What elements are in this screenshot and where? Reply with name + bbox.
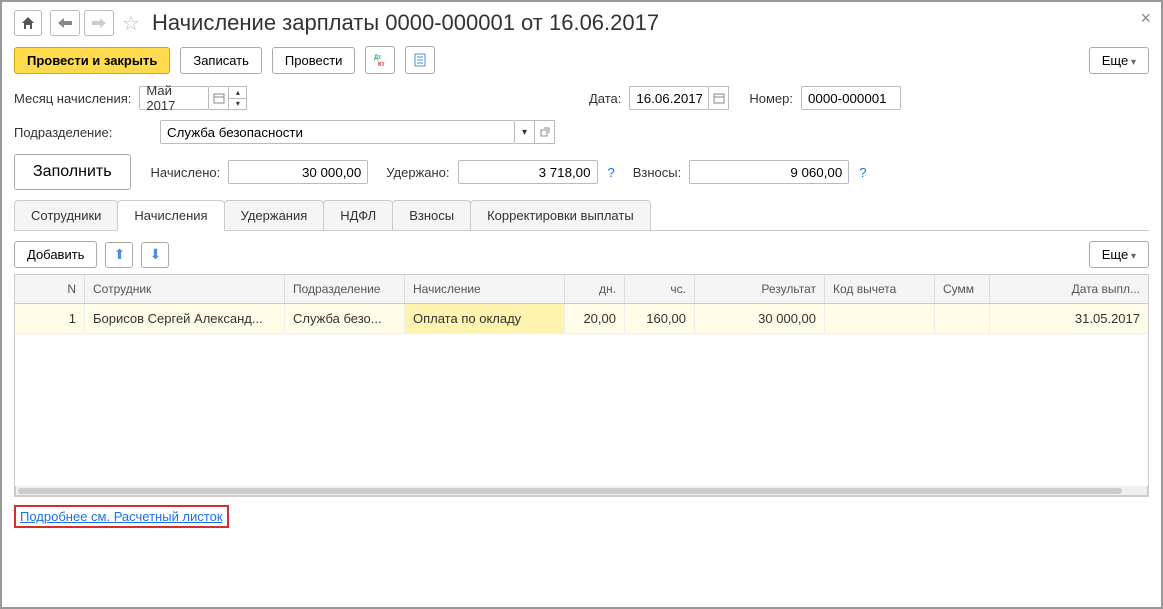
- withheld-help-icon[interactable]: ?: [608, 165, 615, 180]
- move-up-button[interactable]: ⬆: [105, 242, 133, 268]
- more-button[interactable]: Еще: [1089, 47, 1149, 74]
- back-button[interactable]: [50, 10, 80, 36]
- dept-open-button[interactable]: [535, 120, 555, 144]
- dept-input[interactable]: [160, 120, 515, 144]
- col-code[interactable]: Код вычета: [825, 275, 935, 303]
- withheld-label: Удержано:: [386, 165, 449, 180]
- tab-accruals[interactable]: Начисления: [117, 200, 224, 231]
- payslip-link[interactable]: Подробнее см. Расчетный листок: [20, 509, 223, 524]
- col-sum[interactable]: Сумм: [935, 275, 990, 303]
- col-paydate[interactable]: Дата выпл...: [990, 275, 1148, 303]
- footer-link-highlight: Подробнее см. Расчетный листок: [14, 505, 229, 528]
- add-row-button[interactable]: Добавить: [14, 241, 97, 268]
- month-down-button[interactable]: ▾: [229, 99, 246, 110]
- table-more-button[interactable]: Еще: [1089, 241, 1149, 268]
- col-employee[interactable]: Сотрудник: [85, 275, 285, 303]
- horizontal-scrollbar[interactable]: [15, 486, 1148, 496]
- date-label: Дата:: [589, 91, 621, 106]
- dept-dropdown-button[interactable]: ▾: [515, 120, 535, 144]
- col-n[interactable]: N: [15, 275, 85, 303]
- date-input[interactable]: [629, 86, 709, 110]
- post-button[interactable]: Провести: [272, 47, 356, 74]
- tab-corrections[interactable]: Корректировки выплаты: [470, 200, 651, 230]
- col-accrual[interactable]: Начисление: [405, 275, 565, 303]
- debit-credit-icon-button[interactable]: ДтКт: [365, 46, 395, 74]
- col-days[interactable]: дн.: [565, 275, 625, 303]
- contrib-help-icon[interactable]: ?: [859, 165, 866, 180]
- post-and-close-button[interactable]: Провести и закрыть: [14, 47, 170, 74]
- page-title: Начисление зарплаты 0000-000001 от 16.06…: [152, 10, 659, 36]
- tab-employees[interactable]: Сотрудники: [14, 200, 118, 230]
- close-button[interactable]: ×: [1140, 8, 1151, 29]
- date-calendar-button[interactable]: [709, 86, 729, 110]
- document-icon-button[interactable]: [405, 46, 435, 74]
- tabs-bar: Сотрудники Начисления Удержания НДФЛ Взн…: [14, 200, 1149, 231]
- tab-withholdings[interactable]: Удержания: [224, 200, 325, 230]
- withheld-input[interactable]: [458, 160, 598, 184]
- contrib-input[interactable]: [689, 160, 849, 184]
- month-picker-button[interactable]: [209, 86, 229, 110]
- forward-button[interactable]: [84, 10, 114, 36]
- accrued-label: Начислено:: [151, 165, 221, 180]
- accruals-grid: N Сотрудник Подразделение Начисление дн.…: [14, 274, 1149, 497]
- home-button[interactable]: [14, 10, 42, 36]
- svg-text:Кт: Кт: [378, 62, 385, 67]
- number-input[interactable]: [801, 86, 901, 110]
- fill-button[interactable]: Заполнить: [14, 154, 131, 190]
- table-row[interactable]: 1 Борисов Сергей Александ... Служба безо…: [15, 304, 1148, 334]
- col-dept[interactable]: Подразделение: [285, 275, 405, 303]
- tab-ndfl[interactable]: НДФЛ: [323, 200, 393, 230]
- month-label: Месяц начисления:: [14, 91, 131, 106]
- move-down-button[interactable]: ⬇: [141, 242, 169, 268]
- dept-label: Подразделение:: [14, 125, 124, 140]
- svg-text:Дт: Дт: [374, 55, 381, 61]
- contrib-label: Взносы:: [633, 165, 682, 180]
- month-up-button[interactable]: ▴: [229, 87, 246, 99]
- tab-contributions[interactable]: Взносы: [392, 200, 471, 230]
- accrued-input[interactable]: [228, 160, 368, 184]
- number-label: Номер:: [749, 91, 793, 106]
- month-input[interactable]: Май 2017: [139, 86, 209, 110]
- save-button[interactable]: Записать: [180, 47, 262, 74]
- col-result[interactable]: Результат: [695, 275, 825, 303]
- favorite-star-icon[interactable]: ☆: [122, 11, 140, 36]
- col-hours[interactable]: чс.: [625, 275, 695, 303]
